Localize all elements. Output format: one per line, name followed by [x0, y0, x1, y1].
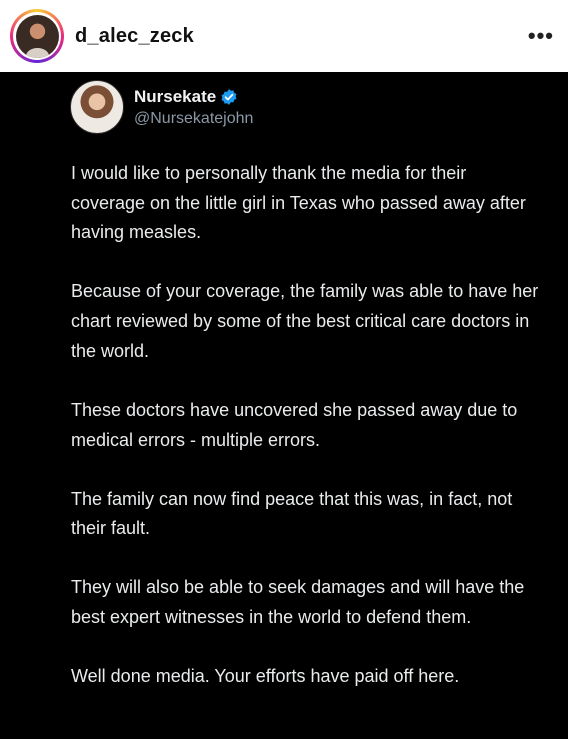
author-names: Nursekate @Nursekatejohn: [134, 87, 253, 128]
profile-avatar: [15, 14, 59, 58]
author-display-name[interactable]: Nursekate: [134, 87, 216, 107]
tweet-paragraph: These doctors have uncovered she passed …: [71, 399, 518, 450]
tweet-paragraph: The family can now find peace that this …: [71, 488, 513, 539]
tweet-card: Nursekate @Nursekatejohn I would like to…: [0, 72, 568, 739]
author-avatar[interactable]: [70, 80, 124, 134]
author-name-row: Nursekate: [134, 87, 253, 107]
tweet-paragraph: Well done media. Your efforts have paid …: [71, 665, 460, 686]
verified-badge-icon: [221, 88, 237, 105]
tweet-author: Nursekate @Nursekatejohn: [70, 80, 253, 134]
profile-avatar-ring[interactable]: [10, 9, 64, 63]
tweet-paragraph: Because of your coverage, the family was…: [71, 281, 539, 361]
tweet-paragraph: I would like to personally thank the med…: [71, 163, 526, 243]
post-username[interactable]: d_alec_zeck: [75, 25, 194, 48]
post-header: d_alec_zeck •••: [0, 0, 568, 72]
tweet-body: I would like to personally thank the med…: [71, 159, 541, 721]
more-options-icon[interactable]: •••: [528, 25, 554, 47]
author-handle[interactable]: @Nursekatejohn: [134, 110, 253, 128]
tweet-paragraph: They will also be able to seek damages a…: [71, 577, 525, 627]
profile-avatar-frame: [13, 12, 61, 60]
